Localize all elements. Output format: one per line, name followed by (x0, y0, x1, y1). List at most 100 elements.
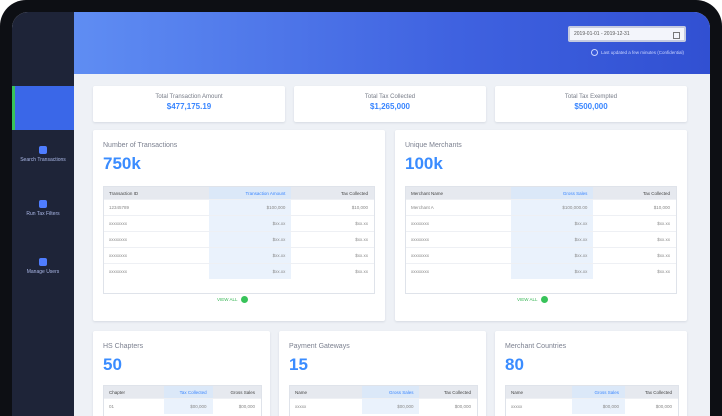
merchant-countries-table: Name Gross Sales Tax Collected xxxxx $00… (505, 385, 679, 416)
table-cell: $10,000 (653, 205, 671, 210)
table-row[interactable]: xxxxxxxx $xx.xx $xx.xx (104, 215, 374, 231)
panel-title: Merchant Countries (505, 343, 567, 350)
table-cell: $00,000 (361, 399, 420, 414)
table-row[interactable]: xxxxxxxx $xx.xx $xx.xx (406, 247, 676, 263)
table-row[interactable]: 12345789 $100,000 $10,000 (104, 199, 374, 215)
table-cell: $xx.xx (510, 264, 594, 279)
device-frame: Search Transactions Run Tax Filters Mana… (0, 0, 722, 416)
table-cell: $100,000 (208, 200, 292, 215)
table-row[interactable]: xxxxxxxx $xx.xx $xx.xx (406, 231, 676, 247)
table-header: Chapter Tax Collected Gross Sales (104, 386, 261, 398)
panel-value: 100k (405, 154, 443, 173)
table-cell: $00,000 (164, 399, 213, 414)
search-icon (39, 146, 47, 154)
user-shield-icon (39, 258, 47, 266)
panel-value: 15 (289, 355, 308, 374)
table-header: Name Gross Sales Tax Collected (506, 386, 678, 398)
sidebar-item-search-transactions[interactable]: Search Transactions (12, 146, 74, 163)
sidebar-item-label: Manage Users (26, 269, 60, 275)
stat-label: Total Transaction Amount (155, 94, 223, 100)
table-cell: xxxxxxxx (109, 253, 127, 258)
table-cell: $100,000.00 (510, 200, 594, 215)
table-cell: 01 (109, 404, 115, 409)
panel-title: HS Chapters (103, 343, 144, 350)
column-header-sorted[interactable]: Tax Collected (164, 386, 213, 398)
table-cell: $xx.xx (510, 216, 594, 231)
table-cell: $10,000 (351, 205, 369, 210)
column-header[interactable]: Name (506, 390, 572, 395)
column-header[interactable]: Tax Collected (625, 390, 678, 395)
column-header-sorted[interactable]: Transaction Amount (208, 187, 292, 199)
hs-chapters-table: Chapter Tax Collected Gross Sales 01 $00… (103, 385, 262, 416)
table-row[interactable]: xxxxxxxx $xx.xx $xx.xx (104, 247, 374, 263)
arrow-right-icon (240, 296, 248, 303)
view-all-link[interactable]: VIEW ALL (517, 296, 548, 303)
date-range-value: 2019-01-01 - 2019-12-31 (574, 31, 630, 37)
app-screen: Search Transactions Run Tax Filters Mana… (12, 12, 710, 416)
table-header: Name Gross Sales Tax Collected (290, 386, 477, 398)
sidebar-item-label: Run Tax Filters (26, 211, 60, 217)
date-range-picker[interactable]: 2019-01-01 - 2019-12-31 (568, 26, 686, 42)
column-header[interactable]: Chapter (104, 390, 164, 395)
sidebar-item-manage-users[interactable]: Manage Users (12, 258, 74, 275)
panel-title: Unique Merchants (405, 142, 462, 149)
stat-card-tax-exempted: Total Tax Exempted $500,000 (495, 86, 687, 122)
table-row[interactable]: Merchant A $100,000.00 $10,000 (406, 199, 676, 215)
column-header[interactable]: Name (290, 390, 362, 395)
sidebar-item-run-tax-filters[interactable]: Run Tax Filters (12, 200, 74, 217)
column-header-sorted[interactable]: Gross Sales (361, 386, 420, 398)
column-header[interactable]: Gross Sales (213, 390, 261, 395)
last-updated: Last updated a few minutes (Confidential… (590, 49, 684, 56)
sidebar-active-item[interactable] (12, 86, 74, 130)
view-all-link[interactable]: VIEW ALL (217, 296, 248, 303)
sidebar: Search Transactions Run Tax Filters Mana… (12, 12, 74, 416)
table-cell: xxxxxxxx (411, 269, 429, 274)
column-header-sorted[interactable]: Gross Sales (510, 187, 594, 199)
panel-title: Number of Transactions (103, 142, 178, 149)
column-header[interactable]: Tax Collected (419, 390, 477, 395)
table-cell: $xx.xx (208, 248, 292, 263)
panel-value: 80 (505, 355, 524, 374)
table-cell: $00,000 (238, 404, 255, 409)
table-cell: $xx.xx (355, 221, 369, 226)
column-header[interactable]: Tax Collected (291, 191, 374, 196)
table-cell: xxxxxxxx (411, 221, 429, 226)
clock-icon (590, 49, 598, 56)
stat-label: Total Tax Collected (364, 94, 416, 100)
table-row[interactable]: xxxxxxxx $xx.xx $xx.xx (104, 231, 374, 247)
table-cell: $00,000 (454, 404, 471, 409)
column-header[interactable]: Transaction ID (104, 191, 209, 196)
table-cell: 12345789 (109, 205, 130, 210)
column-header-sorted[interactable]: Gross Sales (572, 386, 626, 398)
calendar-icon[interactable] (673, 32, 680, 39)
table-cell: $xx.xx (510, 232, 594, 247)
table-row[interactable]: xxxxx $00,000 $00,000 (506, 398, 678, 414)
table-cell: Merchant A (411, 205, 434, 210)
column-header[interactable]: Merchant Name (406, 191, 511, 196)
merchants-table: Merchant Name Gross Sales Tax Collected … (405, 186, 677, 294)
transactions-table: Transaction ID Transaction Amount Tax Co… (103, 186, 375, 294)
table-cell: $xx.xx (657, 237, 671, 242)
table-row[interactable]: 01 $00,000 $00,000 (104, 398, 261, 414)
table-cell: xxxxxxxx (109, 237, 127, 242)
arrow-right-icon (540, 296, 548, 303)
table-cell: xxxxxxxx (411, 237, 429, 242)
last-updated-text: Last updated a few minutes (Confidential… (600, 50, 684, 55)
stat-value: $477,175.19 (166, 102, 212, 111)
panel-value: 50 (103, 355, 122, 374)
payment-gateways-panel: Payment Gateways 15 Name Gross Sales Tax… (279, 331, 486, 416)
payment-gateways-table: Name Gross Sales Tax Collected xxxxx $00… (289, 385, 478, 416)
table-cell: xxxxxxxx (109, 221, 127, 226)
table-row[interactable]: xxxxx $00,000 $00,000 (290, 398, 477, 414)
table-row[interactable]: xxxxxxxx $xx.xx $xx.xx (406, 215, 676, 231)
column-header[interactable]: Tax Collected (593, 191, 676, 196)
table-cell: $xx.xx (657, 221, 671, 226)
table-row[interactable]: xxxxxxxx $xx.xx $xx.xx (104, 263, 374, 279)
table-cell: $xx.xx (657, 269, 671, 274)
table-header: Transaction ID Transaction Amount Tax Co… (104, 187, 374, 199)
table-cell: $xx.xx (657, 253, 671, 258)
panel-title: Payment Gateways (289, 343, 350, 350)
table-cell: $xx.xx (355, 237, 369, 242)
table-cell: $xx.xx (510, 248, 594, 263)
table-row[interactable]: xxxxxxxx $xx.xx $xx.xx (406, 263, 676, 279)
